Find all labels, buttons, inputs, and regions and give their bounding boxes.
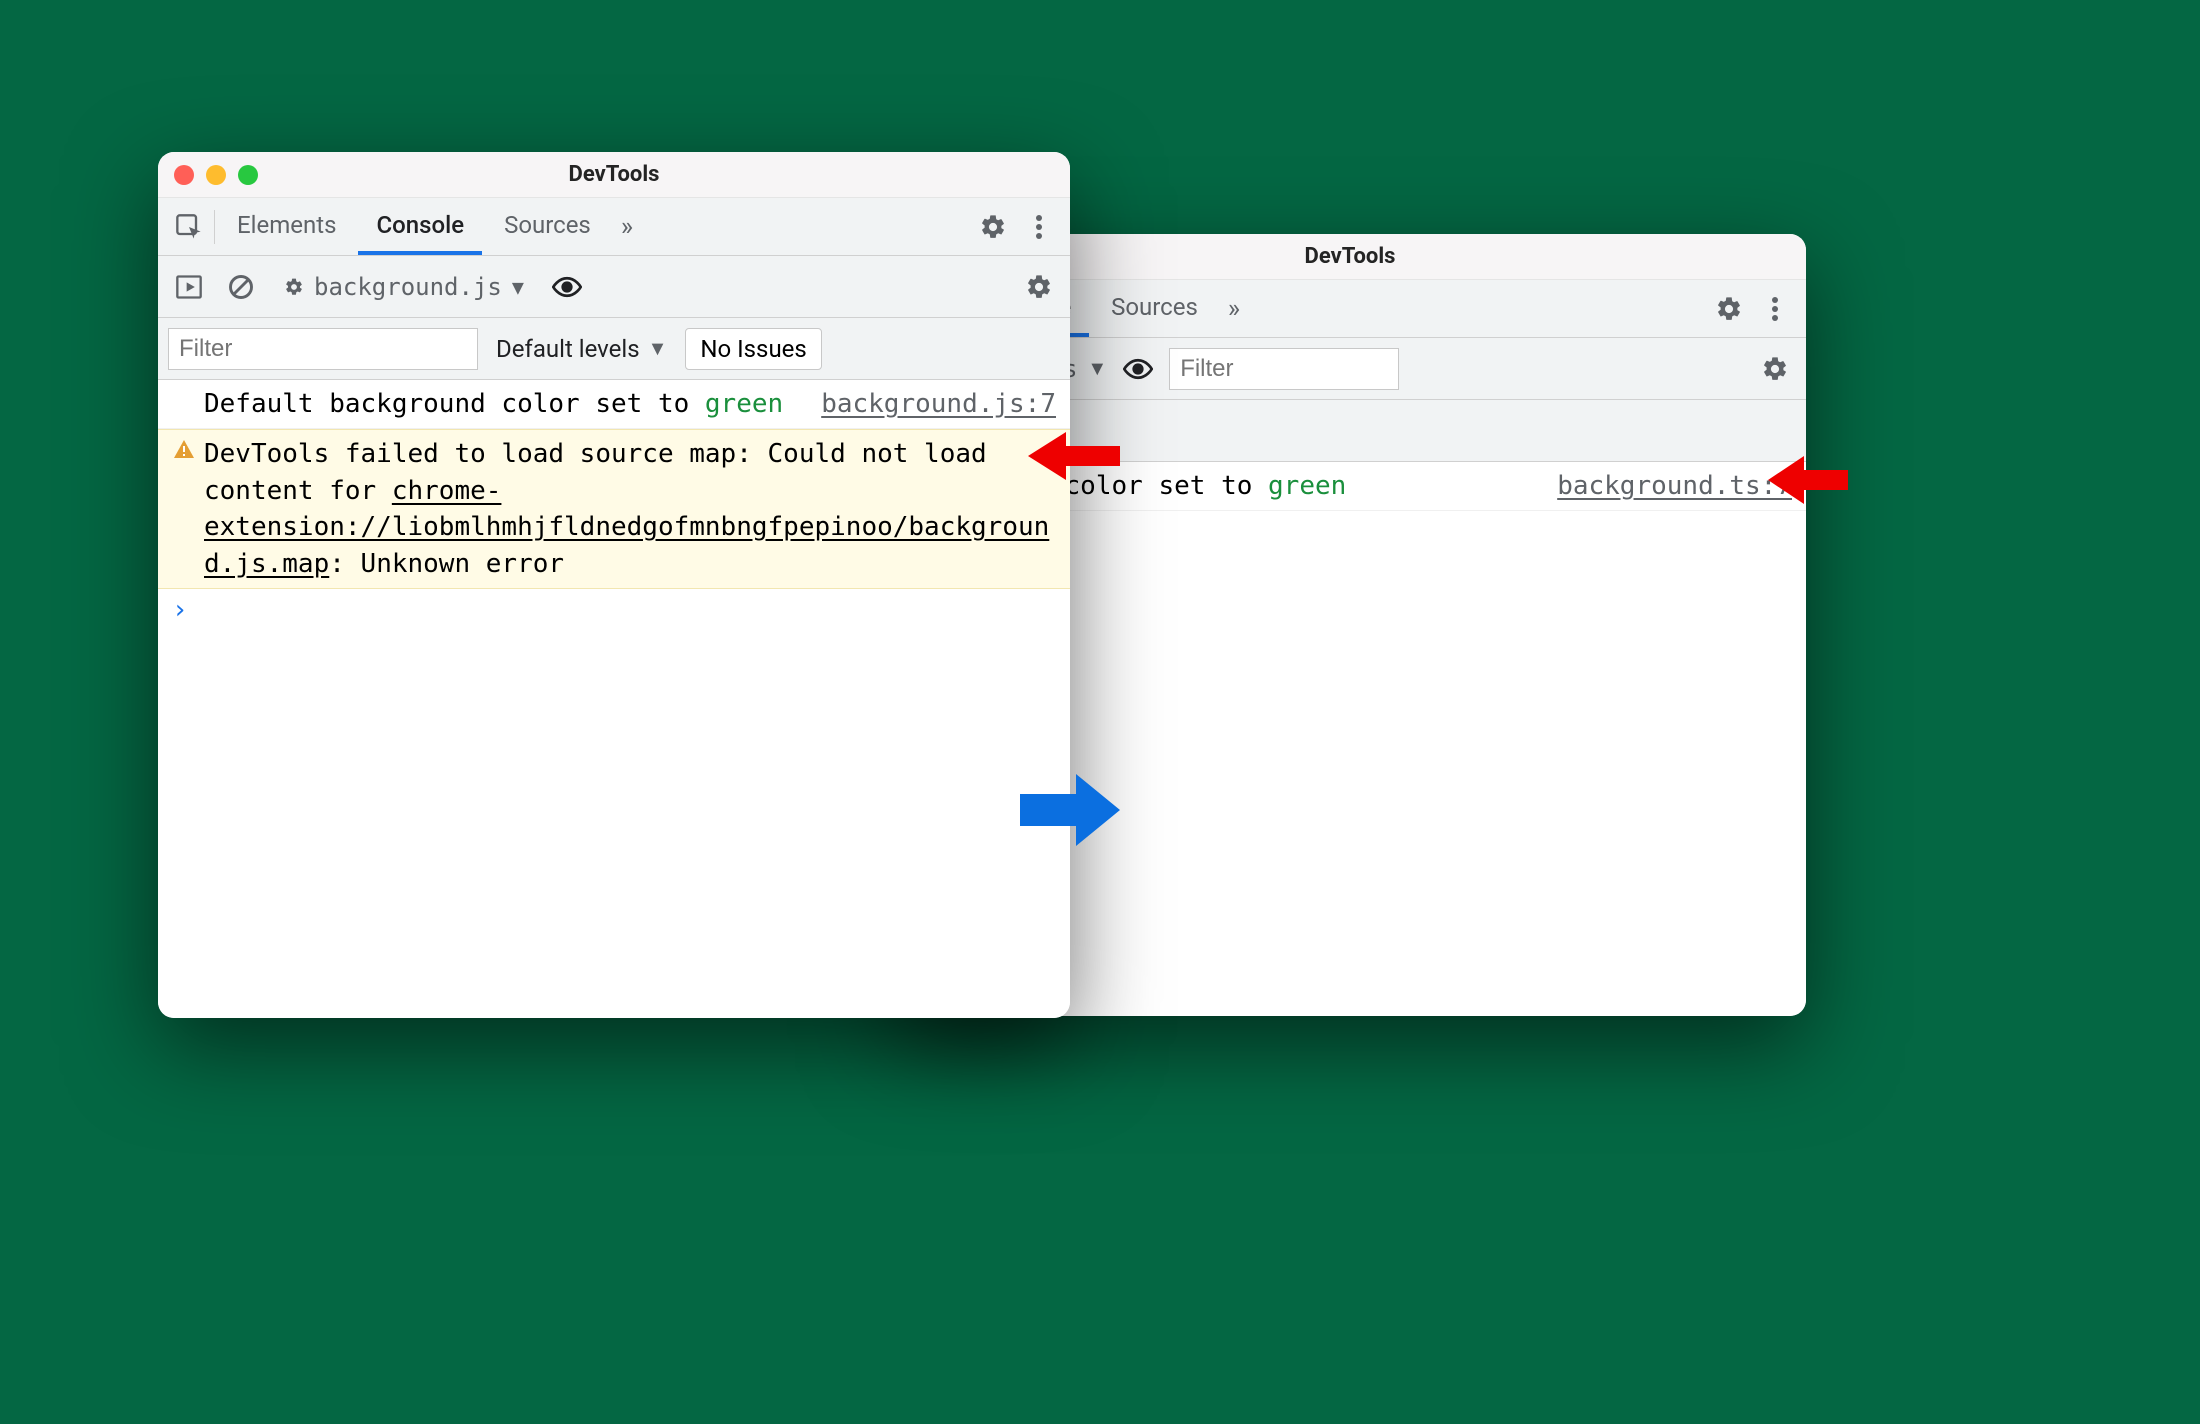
log-source-link[interactable]: background.js:7 — [821, 386, 1056, 422]
annotation-arrow-left-icon — [1028, 428, 1120, 484]
settings-gear-icon[interactable] — [1018, 266, 1060, 308]
color-value: green — [1268, 471, 1346, 501]
context-name: background.js — [314, 273, 502, 301]
tab-sources[interactable]: Sources — [486, 198, 609, 255]
warning-message: DevTools failed to load source map: Coul… — [204, 436, 1056, 582]
gear-icon — [284, 277, 304, 297]
no-issues-button[interactable]: No Issues — [685, 328, 821, 370]
clear-console-icon[interactable] — [220, 266, 262, 308]
log-source-link[interactable]: background.ts:7 — [1557, 468, 1792, 504]
console-toolbar: background.js ▼ — [158, 256, 1070, 318]
more-tabs-chevron-icon[interactable]: » — [613, 212, 641, 242]
tab-sources[interactable]: Sources — [1093, 280, 1216, 337]
titlebar: DevTools — [158, 152, 1070, 198]
tab-strip: Elements Console Sources » — [158, 198, 1070, 256]
chevron-down-icon[interactable]: ▼ — [1087, 356, 1107, 381]
live-expression-eye-icon[interactable] — [1117, 348, 1159, 390]
settings-gear-icon[interactable] — [1708, 288, 1750, 330]
log-message: Default background color set to green — [204, 386, 803, 422]
warning-icon — [172, 438, 196, 462]
window-title: DevTools — [158, 162, 1070, 187]
kebab-menu-icon[interactable] — [1754, 288, 1796, 330]
settings-gear-icon[interactable] — [972, 206, 1014, 248]
devtools-window-left: DevTools Elements Console Sources » back… — [158, 152, 1070, 1018]
console-output: Default background color set to green ba… — [158, 380, 1070, 1018]
more-tabs-chevron-icon[interactable]: » — [1220, 294, 1248, 324]
tab-elements[interactable]: Elements — [219, 198, 354, 255]
console-log-row[interactable]: Default background color set to green ba… — [158, 380, 1070, 429]
kebab-menu-icon[interactable] — [1018, 206, 1060, 248]
inspect-element-icon[interactable] — [168, 206, 210, 248]
color-value: green — [705, 389, 783, 419]
settings-gear-icon[interactable] — [1754, 348, 1796, 390]
annotation-arrow-right-icon — [1020, 770, 1120, 850]
chevron-down-icon: ▼ — [648, 336, 668, 361]
console-prompt[interactable]: › — [158, 589, 1070, 631]
console-warning-row[interactable]: DevTools failed to load source map: Coul… — [158, 429, 1070, 589]
context-selector[interactable]: background.js ▼ — [272, 269, 536, 305]
annotation-arrow-left-icon — [1768, 452, 1848, 508]
log-levels-dropdown[interactable]: Default levels ▼ — [488, 328, 675, 370]
filter-input[interactable] — [1169, 348, 1399, 390]
console-toolbar-row2: Default levels ▼ No Issues — [158, 318, 1070, 380]
toggle-sidebar-icon[interactable] — [168, 266, 210, 308]
filter-input[interactable] — [168, 328, 478, 370]
tab-console[interactable]: Console — [358, 198, 482, 255]
chevron-down-icon: ▼ — [512, 275, 524, 299]
live-expression-eye-icon[interactable] — [546, 266, 588, 308]
